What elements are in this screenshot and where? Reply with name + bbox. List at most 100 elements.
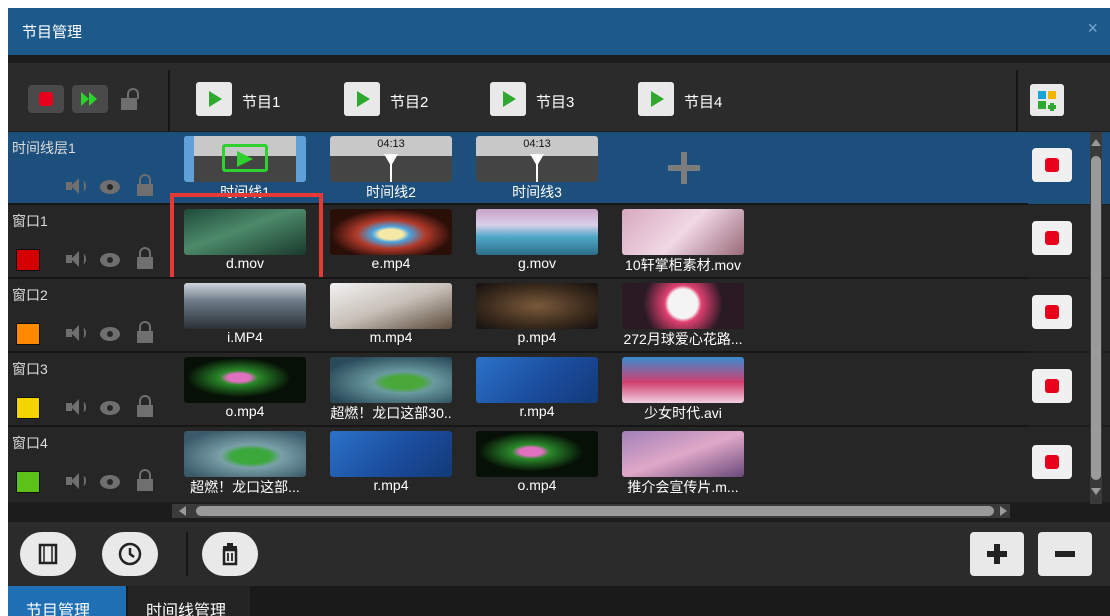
program-label: 节目2 bbox=[390, 94, 429, 111]
record-icon bbox=[1045, 158, 1059, 172]
clip-thumbnail bbox=[184, 431, 306, 477]
timeline-clip-3[interactable]: 04:13 时间线3 bbox=[464, 132, 610, 204]
program-tab-3[interactable]: 节目3 bbox=[490, 82, 600, 116]
record-row-button[interactable] bbox=[1032, 295, 1072, 329]
schedule-button[interactable] bbox=[102, 532, 158, 576]
program-management-window: 节目管理 × 节目1 节目2 节目3 节目4 时间线层1 时间线1 04:13 … bbox=[8, 8, 1110, 616]
program-label: 节目4 bbox=[684, 94, 723, 111]
program-label: 节目3 bbox=[536, 94, 575, 111]
screen-button[interactable] bbox=[20, 532, 76, 576]
close-icon[interactable]: × bbox=[1087, 18, 1098, 39]
tab-timeline-management[interactable]: 时间线管理 bbox=[128, 586, 250, 616]
clip-thumbnail bbox=[476, 209, 598, 255]
delete-button[interactable] bbox=[202, 532, 258, 576]
record-icon bbox=[1045, 231, 1059, 245]
record-icon bbox=[39, 92, 53, 106]
program-label: 节目1 bbox=[242, 94, 281, 111]
clip-caption: m.mp4 bbox=[369, 329, 413, 345]
lock-icon[interactable] bbox=[136, 247, 154, 269]
clip-caption: r.mp4 bbox=[373, 477, 409, 493]
media-clip[interactable]: 10轩掌柜素材.mov bbox=[610, 205, 756, 277]
tab-program-management[interactable]: 节目管理 bbox=[8, 586, 126, 616]
fast-forward-icon bbox=[81, 92, 97, 106]
clip-thumbnail bbox=[622, 283, 744, 329]
row-name: 窗口2 bbox=[12, 287, 48, 303]
clip-thumbnail bbox=[622, 357, 744, 403]
add-timeline-plus-icon[interactable] bbox=[664, 148, 704, 188]
scroll-up-icon[interactable] bbox=[1090, 138, 1102, 148]
program-tab-2[interactable]: 节目2 bbox=[344, 82, 454, 116]
lock-icon[interactable] bbox=[136, 395, 154, 417]
play-icon bbox=[344, 82, 380, 116]
scroll-left-icon[interactable] bbox=[178, 505, 188, 517]
scroll-right-icon[interactable] bbox=[998, 505, 1008, 517]
lock-icon[interactable] bbox=[136, 174, 154, 196]
horizontal-scroll-thumb[interactable] bbox=[196, 506, 994, 516]
speaker-icon[interactable] bbox=[66, 398, 86, 416]
clip-caption: 超燃！龙口这部... bbox=[190, 479, 300, 495]
window-color-swatch[interactable] bbox=[16, 249, 40, 271]
record-row-button[interactable] bbox=[1032, 148, 1072, 182]
add-button[interactable] bbox=[970, 532, 1024, 576]
window-row-3: 窗口3 o.mp4 超燃！龙口这部30.. r.mp4 少女时代.avi bbox=[8, 353, 1110, 425]
eye-icon[interactable] bbox=[98, 400, 122, 416]
media-clip[interactable]: 少女时代.avi bbox=[610, 353, 756, 425]
fast-forward-button[interactable] bbox=[72, 85, 108, 113]
media-clip[interactable]: i.MP4 bbox=[172, 279, 318, 351]
media-clip[interactable]: e.mp4 bbox=[318, 205, 464, 277]
clip-thumbnail bbox=[184, 283, 306, 329]
eye-icon[interactable] bbox=[98, 179, 122, 195]
media-clip[interactable]: p.mp4 bbox=[464, 279, 610, 351]
layout-grid-icon bbox=[1038, 91, 1056, 111]
media-clip[interactable]: o.mp4 bbox=[172, 353, 318, 425]
clip-caption: 272月球爱心花路... bbox=[623, 331, 743, 347]
clip-caption: 时间线2 bbox=[366, 184, 416, 200]
selected-clip-highlight bbox=[170, 193, 323, 281]
speaker-icon[interactable] bbox=[66, 472, 86, 490]
record-all-button[interactable] bbox=[28, 85, 64, 113]
vertical-scroll-thumb[interactable] bbox=[1091, 156, 1101, 480]
lock-icon[interactable] bbox=[120, 88, 139, 110]
media-clip[interactable]: g.mov bbox=[464, 205, 610, 277]
window-color-swatch[interactable] bbox=[16, 323, 40, 345]
vertical-scrollbar[interactable] bbox=[1090, 132, 1102, 504]
clip-caption: g.mov bbox=[517, 255, 557, 271]
media-clip[interactable]: 推介会宣传片.m... bbox=[610, 427, 756, 499]
media-clip[interactable]: 超燃！龙口这部... bbox=[172, 427, 318, 499]
record-row-button[interactable] bbox=[1032, 369, 1072, 403]
clip-caption: 超燃！龙口这部30.. bbox=[330, 405, 452, 421]
media-clip[interactable]: 超燃！龙口这部30.. bbox=[318, 353, 464, 425]
media-clip[interactable]: r.mp4 bbox=[318, 427, 464, 499]
program-tab-1[interactable]: 节目1 bbox=[196, 82, 306, 116]
media-clip[interactable]: m.mp4 bbox=[318, 279, 464, 351]
lock-icon[interactable] bbox=[136, 321, 154, 343]
window-color-swatch[interactable] bbox=[16, 471, 40, 493]
eye-icon[interactable] bbox=[98, 474, 122, 490]
window-color-swatch[interactable] bbox=[16, 397, 40, 419]
speaker-icon[interactable] bbox=[66, 250, 86, 268]
window-row-2: 窗口2 i.MP4 m.mp4 p.mp4 272月球爱心花路... bbox=[8, 279, 1110, 351]
horizontal-scrollbar[interactable] bbox=[172, 504, 1010, 518]
layout-grid-button[interactable] bbox=[1030, 84, 1064, 116]
record-row-button[interactable] bbox=[1032, 221, 1072, 255]
clip-thumbnail bbox=[476, 283, 598, 329]
media-clip[interactable]: o.mp4 bbox=[464, 427, 610, 499]
speaker-icon[interactable] bbox=[66, 324, 86, 342]
scroll-down-icon[interactable] bbox=[1090, 486, 1102, 496]
timeline-time: 04:13 bbox=[377, 138, 405, 150]
clip-caption: o.mp4 bbox=[225, 403, 265, 419]
media-clip[interactable]: 272月球爱心花路... bbox=[610, 279, 756, 351]
speaker-icon[interactable] bbox=[66, 177, 86, 195]
screen-icon bbox=[38, 543, 58, 565]
play-icon bbox=[222, 144, 268, 172]
lock-icon[interactable] bbox=[136, 469, 154, 491]
timeline-clip-2[interactable]: 04:13 时间线2 bbox=[318, 132, 464, 204]
program-tab-4[interactable]: 节目4 bbox=[638, 82, 748, 116]
bottom-toolbar bbox=[8, 522, 1110, 586]
row-name: 窗口4 bbox=[12, 435, 48, 451]
record-row-button[interactable] bbox=[1032, 445, 1072, 479]
eye-icon[interactable] bbox=[98, 252, 122, 268]
remove-button[interactable] bbox=[1038, 532, 1092, 576]
media-clip[interactable]: r.mp4 bbox=[464, 353, 610, 425]
eye-icon[interactable] bbox=[98, 326, 122, 342]
